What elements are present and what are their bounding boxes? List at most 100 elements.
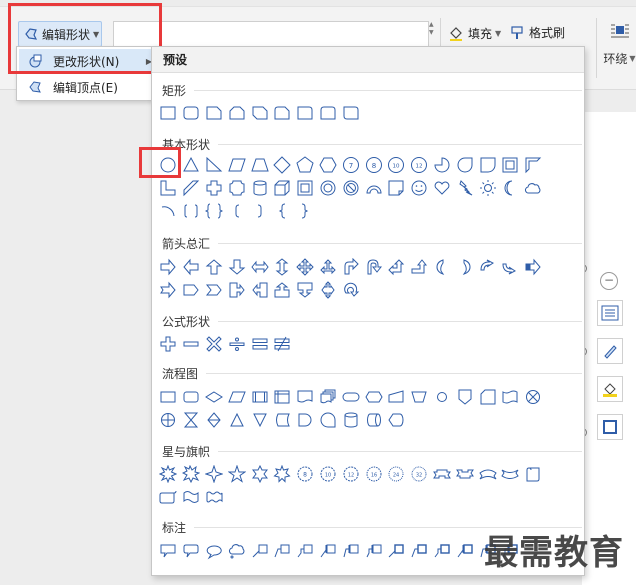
- menu-item-change-shape[interactable]: 更改形状(N) ▶: [19, 49, 158, 73]
- direct-access-storage-shape[interactable]: [362, 409, 385, 431]
- line-callout-2-shape[interactable]: [271, 540, 294, 562]
- round-rect-corner-shape[interactable]: [476, 154, 499, 176]
- up-arrow-shape[interactable]: [203, 256, 226, 278]
- data-shape[interactable]: [225, 386, 248, 408]
- predefined-process-shape[interactable]: [248, 386, 271, 408]
- extract-shape[interactable]: [225, 409, 248, 431]
- block-arc-shape[interactable]: [362, 177, 385, 199]
- multiply-shape[interactable]: [203, 333, 226, 355]
- edit-shape-button[interactable]: 编辑形状 ▼: [18, 21, 102, 47]
- right-brace-shape[interactable]: [294, 200, 317, 222]
- down-arrow-shape[interactable]: [225, 256, 248, 278]
- cloud-shape[interactable]: [522, 177, 545, 199]
- round-diagonal-rectangle-shape[interactable]: [339, 102, 362, 124]
- line-callout-1-shape[interactable]: [248, 540, 271, 562]
- process-shape[interactable]: [157, 386, 180, 408]
- u-turn-arrow-shape[interactable]: [362, 256, 385, 278]
- outline-style-button[interactable]: [597, 338, 623, 364]
- gallery-scroll[interactable]: ▲ ▼: [429, 21, 437, 47]
- format-brush-button[interactable]: 格式刷: [510, 24, 565, 41]
- wave-shape[interactable]: [180, 486, 203, 508]
- double-brace-shape[interactable]: [203, 200, 226, 222]
- folded-corner-shape[interactable]: [385, 177, 408, 199]
- snip-corners-rectangle-shape[interactable]: [225, 102, 248, 124]
- punched-tape-shape[interactable]: [499, 386, 522, 408]
- cross-shape[interactable]: [203, 177, 226, 199]
- striped-right-arrow-shape[interactable]: [522, 256, 545, 278]
- delay-shape[interactable]: [294, 409, 317, 431]
- curved-left-arrow-shape[interactable]: [453, 256, 476, 278]
- display-shape[interactable]: [385, 409, 408, 431]
- diamond-shape[interactable]: [271, 154, 294, 176]
- minus-shape[interactable]: [180, 333, 203, 355]
- up-ribbon-shape[interactable]: [431, 463, 454, 485]
- fill-button[interactable]: 填充 ▼: [447, 24, 501, 42]
- offpage-connector-shape[interactable]: [453, 386, 476, 408]
- horizontal-scroll-shape[interactable]: [157, 486, 180, 508]
- fill-style-button[interactable]: [597, 376, 623, 402]
- twelve-point-star-shape[interactable]: 12: [339, 463, 362, 485]
- trapezoid-shape[interactable]: [248, 154, 271, 176]
- half-frame-shape[interactable]: [522, 154, 545, 176]
- menu-item-edit-points[interactable]: 编辑顶点(E): [19, 75, 158, 99]
- rectangular-callout-shape[interactable]: [157, 540, 180, 562]
- double-wave-shape[interactable]: [203, 486, 226, 508]
- border-callout-3-shape[interactable]: [431, 540, 454, 562]
- internal-storage-shape[interactable]: [271, 386, 294, 408]
- decagon-shape[interactable]: 10: [385, 154, 408, 176]
- diagonal-snip-rectangle-shape[interactable]: [248, 102, 271, 124]
- left-bracket-shape[interactable]: [225, 200, 248, 222]
- border-callout-2-shape[interactable]: [408, 540, 431, 562]
- plus-shape[interactable]: [157, 333, 180, 355]
- decision-shape[interactable]: [203, 386, 226, 408]
- sequential-storage-shape[interactable]: [317, 409, 340, 431]
- pentagon-shape[interactable]: [294, 154, 317, 176]
- merge-shape[interactable]: [248, 409, 271, 431]
- curved-down-arrow-shape[interactable]: [499, 256, 522, 278]
- accent-callout-2-shape[interactable]: [339, 540, 362, 562]
- border-callout-1-shape[interactable]: [385, 540, 408, 562]
- curved-right-arrow-shape[interactable]: [431, 256, 454, 278]
- dodecagon-shape[interactable]: 12: [408, 154, 431, 176]
- summing-junction-shape[interactable]: [522, 386, 545, 408]
- five-point-star-shape[interactable]: [225, 463, 248, 485]
- six-point-star-shape[interactable]: [248, 463, 271, 485]
- bent-up-arrow-shape[interactable]: [408, 256, 431, 278]
- parallelogram-shape[interactable]: [225, 154, 248, 176]
- eight-point-star-shape[interactable]: 8: [294, 463, 317, 485]
- quad-arrow-shape[interactable]: [294, 256, 317, 278]
- no-symbol-shape[interactable]: [339, 177, 362, 199]
- accent-callout-3-shape[interactable]: [362, 540, 385, 562]
- vertical-scroll-shape[interactable]: [522, 463, 545, 485]
- right-arrow-callout-shape[interactable]: [225, 279, 248, 301]
- curved-down-ribbon-shape[interactable]: [499, 463, 522, 485]
- border-style-button[interactable]: [597, 414, 623, 440]
- double-bracket-shape[interactable]: [180, 200, 203, 222]
- left-up-arrow-shape[interactable]: [385, 256, 408, 278]
- pentagon-arrow-shape[interactable]: [180, 279, 203, 301]
- scroll-up-icon[interactable]: ▲: [429, 21, 437, 29]
- lightning-bolt-shape[interactable]: [453, 177, 476, 199]
- left-right-up-arrow-shape[interactable]: [317, 256, 340, 278]
- oval-callout-shape[interactable]: [203, 540, 226, 562]
- right-bracket-shape[interactable]: [248, 200, 271, 222]
- diagonal-stripe-shape[interactable]: [180, 177, 203, 199]
- or-shape[interactable]: [157, 409, 180, 431]
- pie-shape[interactable]: [431, 154, 454, 176]
- round-corner-rectangle-shape[interactable]: [294, 102, 317, 124]
- sort-shape[interactable]: [203, 409, 226, 431]
- up-down-arrow-shape[interactable]: [271, 256, 294, 278]
- rounded-rect-callout-shape[interactable]: [180, 540, 203, 562]
- right-arrow-shape[interactable]: [157, 256, 180, 278]
- alternate-process-shape[interactable]: [180, 386, 203, 408]
- surround-button[interactable]: 环绕 ▼: [603, 22, 636, 67]
- rounded-rectangle-shape[interactable]: [180, 102, 203, 124]
- sun-shape[interactable]: [476, 177, 499, 199]
- left-right-arrow-shape[interactable]: [248, 256, 271, 278]
- layout-options-button[interactable]: [597, 300, 623, 326]
- explosion-1-shape[interactable]: [157, 463, 180, 485]
- thirty-two-point-star-shape[interactable]: 32: [408, 463, 431, 485]
- hexagon-shape[interactable]: [317, 154, 340, 176]
- l-shape[interactable]: [157, 177, 180, 199]
- curved-up-ribbon-shape[interactable]: [476, 463, 499, 485]
